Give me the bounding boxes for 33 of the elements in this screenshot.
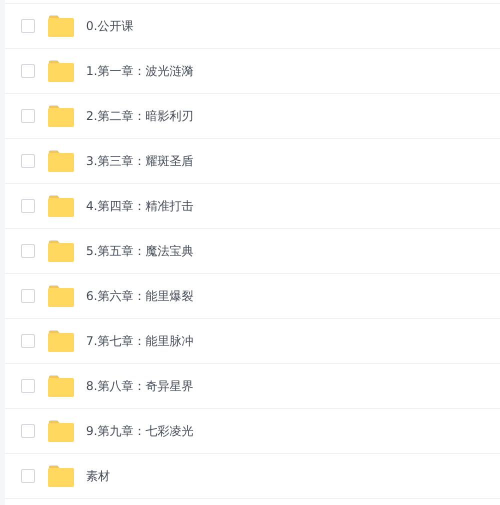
folder-name[interactable]: 素材 [86,467,110,485]
folder-name[interactable]: 3.第三章：耀斑圣盾 [86,152,194,170]
checkbox[interactable] [21,469,35,483]
folder-name[interactable]: 6.第六章：能里爆裂 [86,287,194,305]
folder-name[interactable]: 2.第二章：暗影利刃 [86,107,194,125]
checkbox[interactable] [21,109,35,123]
checkbox[interactable] [21,334,35,348]
folder-icon [48,375,74,397]
folder-name[interactable]: 5.第五章：魔法宝典 [86,242,194,260]
folder-name[interactable]: 1.第一章：波光涟漪 [86,62,194,80]
folder-icon [48,285,74,307]
folder-name[interactable]: 7.第七章：能里脉冲 [86,332,194,350]
checkbox[interactable] [21,154,35,168]
folder-name[interactable]: 8.第八章：奇异星界 [86,377,194,395]
checkbox[interactable] [21,244,35,258]
folder-icon [48,330,74,352]
checkbox[interactable] [21,289,35,303]
checkbox[interactable] [21,424,35,438]
checkbox[interactable] [21,379,35,393]
checkbox[interactable] [21,199,35,213]
folder-icon [48,465,74,487]
folder-icon [48,60,74,82]
folder-icon [48,195,74,217]
folder-icon [48,420,74,442]
checkbox[interactable] [21,19,35,33]
folder-name[interactable]: 4.第四章：精准打击 [86,197,194,215]
folder-name[interactable]: 9.第九章：七彩凌光 [86,422,194,440]
folder-name[interactable]: 0.公开课 [86,17,134,35]
folder-icon [48,240,74,262]
folder-icon [48,15,74,37]
folder-icon [48,105,74,127]
checkbox[interactable] [21,64,35,78]
folder-icon [48,150,74,172]
